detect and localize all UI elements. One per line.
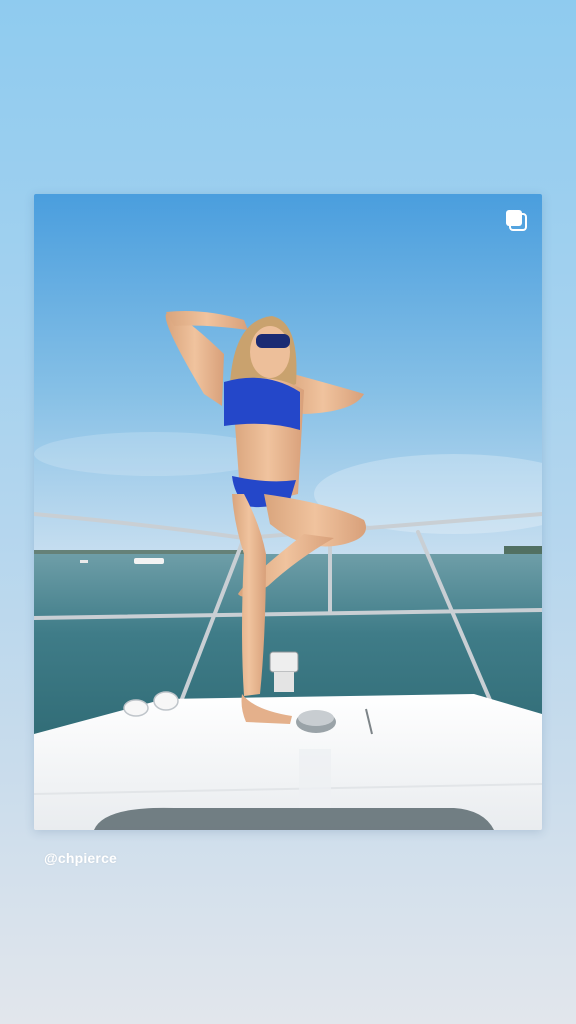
carousel-stack-icon[interactable] xyxy=(504,208,528,232)
mention-tag[interactable]: @chpierce xyxy=(44,850,117,866)
boat-photo xyxy=(34,194,542,830)
shared-post-photo[interactable] xyxy=(34,194,542,830)
